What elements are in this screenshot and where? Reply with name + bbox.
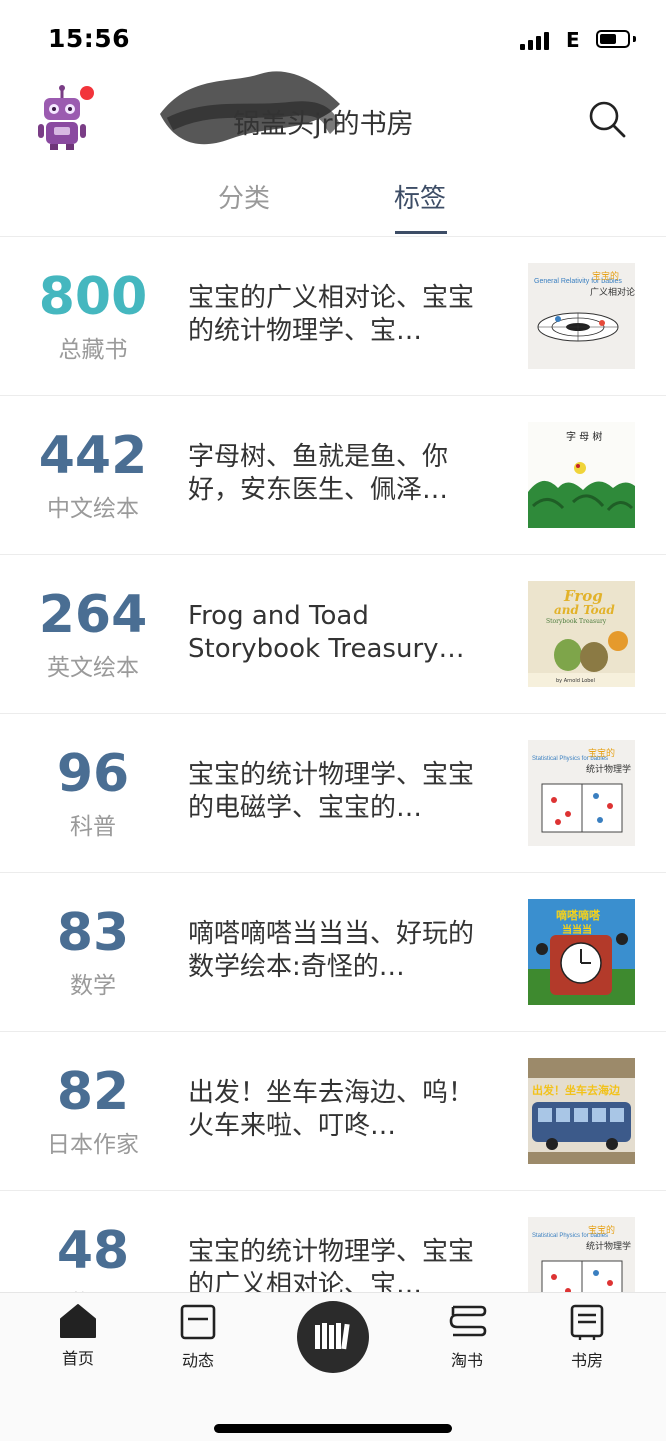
list-item-total[interactable]: 800 总藏书 宝宝的广义相对论、宝宝的统计物理学、宝… General Rel…: [0, 236, 666, 396]
tab-category[interactable]: 分类: [218, 178, 270, 215]
study-list-icon: [570, 1304, 604, 1340]
tab-book-market[interactable]: 淘书: [427, 1303, 507, 1371]
notification-dot: [80, 86, 94, 100]
search-button[interactable]: [586, 98, 630, 142]
tab-feed[interactable]: 动态: [158, 1303, 238, 1371]
list-item-english-picture-books[interactable]: 264 英文绘本 Frog and Toad Storybook Treasur…: [0, 554, 666, 714]
book-cover: General Relativity for babies 宝宝的 广义相对论: [528, 263, 635, 369]
book-cover: 字 母 树: [528, 422, 635, 528]
tag-label: 总藏书: [58, 337, 128, 363]
list-item-japanese-authors[interactable]: 82 日本作家 出发！坐车去海边、呜！火车来啦、叮咚… 出发！坐车去海边: [0, 1031, 666, 1191]
svg-text:嘀嗒嘀嗒: 嘀嗒嘀嗒: [556, 908, 601, 922]
list-item-chinese-picture-books[interactable]: 442 中文绘本 字母树、鱼就是鱼、你好，安东医生、佩泽… 字 母 树: [0, 395, 666, 555]
svg-text:字 母 树: 字 母 树: [566, 430, 602, 443]
svg-text:统计物理学: 统计物理学: [586, 763, 631, 775]
book-cover: Frog and Toad Storybook Treasury by Arno…: [528, 581, 635, 687]
network-type: E: [566, 28, 580, 52]
tab-label: 动态: [181, 1351, 214, 1370]
tag-count: 800: [38, 267, 148, 327]
battery-icon: [596, 30, 630, 48]
svg-text:宝宝的: 宝宝的: [588, 747, 615, 759]
list-item-math[interactable]: 83 数学 嘀嗒嘀嗒当当当、好玩的数学绘本:奇怪的… 嘀嗒嘀嗒 当当当: [0, 872, 666, 1032]
bookshelf-button[interactable]: [297, 1301, 369, 1373]
tag-books: 宝宝的广义相对论、宝宝的统计物理学、宝…: [188, 283, 475, 346]
tab-home[interactable]: 首页: [38, 1303, 118, 1369]
battery-cap: [633, 36, 636, 42]
list-item-science[interactable]: 96 科普 宝宝的统计物理学、宝宝的电磁学、宝宝的… Statistical P…: [0, 713, 666, 873]
list-item-physics[interactable]: 48 物理 宝宝的统计物理学、宝宝的广义相对论、宝… Statistical P…: [0, 1190, 666, 1292]
header: 锅盖头jr的书房: [0, 71, 666, 160]
book-cover: Statistical Physics for babies 宝宝的 统计物理学: [528, 740, 635, 846]
tag-label: 科普: [70, 814, 116, 840]
page-title: 锅盖头jr的书房: [233, 109, 414, 140]
book-stack-icon: [449, 1305, 487, 1337]
tag-label: 日本作家: [47, 1132, 139, 1158]
tag-books: 嘀嗒嘀嗒当当当、好玩的数学绘本:奇怪的…: [188, 919, 475, 982]
tag-books: Frog and Toad Storybook Treasury…: [188, 601, 465, 664]
signal-icon: [520, 32, 552, 50]
tag-list: 800 总藏书 宝宝的广义相对论、宝宝的统计物理学、宝… General Rel…: [0, 236, 666, 1292]
tab-label: 淘书: [450, 1351, 483, 1370]
tag-label: 英文绘本: [47, 655, 139, 681]
tag-count: 442: [38, 426, 148, 486]
tab-label: 首页: [61, 1349, 94, 1368]
status-time: 15:56: [48, 24, 131, 53]
tag-count: 82: [56, 1062, 130, 1122]
search-icon: [589, 101, 626, 138]
tag-count: 264: [38, 585, 148, 645]
svg-text:出发！坐车去海边: 出发！坐车去海边: [532, 1083, 621, 1097]
feed-icon: [180, 1304, 216, 1340]
tag-label: 物理: [0, 1284, 186, 1292]
svg-text:by Arnold Lobel: by Arnold Lobel: [556, 678, 595, 684]
svg-text:宝宝的: 宝宝的: [588, 1224, 615, 1236]
tag-count: 48: [56, 1221, 130, 1281]
tab-tags[interactable]: 标签: [394, 178, 446, 215]
svg-text:Storybook Treasury: Storybook Treasury: [546, 618, 607, 625]
svg-text:当当当: 当当当: [562, 923, 592, 936]
tag-books: 宝宝的统计物理学、宝宝的广义相对论、宝…: [188, 1237, 475, 1292]
book-cover: 出发！坐车去海边: [528, 1058, 635, 1164]
tab-label: 书房: [570, 1351, 603, 1370]
battery-level: [600, 34, 616, 44]
home-icon: [60, 1304, 96, 1338]
tag-books: 字母树、鱼就是鱼、你好，安东医生、佩泽…: [188, 442, 449, 505]
home-indicator: [214, 1424, 452, 1433]
tag-label: 数学: [70, 973, 116, 999]
bottom-tab-bar: 首页 动态 淘书 书房: [0, 1292, 666, 1441]
tag-label: 中文绘本: [47, 496, 139, 522]
tab-study[interactable]: 书房: [547, 1303, 627, 1371]
svg-text:广义相对论: 广义相对论: [590, 286, 635, 298]
book-cover: 嘀嗒嘀嗒 当当当: [528, 899, 635, 1005]
tag-books: 宝宝的统计物理学、宝宝的电磁学、宝宝的…: [188, 760, 475, 823]
bookshelf-icon: [315, 1323, 350, 1350]
tag-books: 出发！坐车去海边、呜！火车来啦、叮咚…: [188, 1078, 475, 1141]
svg-text:and Toad: and Toad: [554, 603, 615, 617]
svg-text:统计物理学: 统计物理学: [586, 1240, 631, 1252]
tag-count: 96: [56, 744, 130, 804]
segment-tabs: 分类 标签: [0, 170, 666, 237]
active-tab-indicator: [395, 231, 447, 234]
book-cover: Statistical Physics for babies 宝宝的 统计物理学: [528, 1217, 635, 1292]
tag-count: 83: [56, 903, 130, 963]
svg-text:宝宝的: 宝宝的: [592, 270, 619, 282]
